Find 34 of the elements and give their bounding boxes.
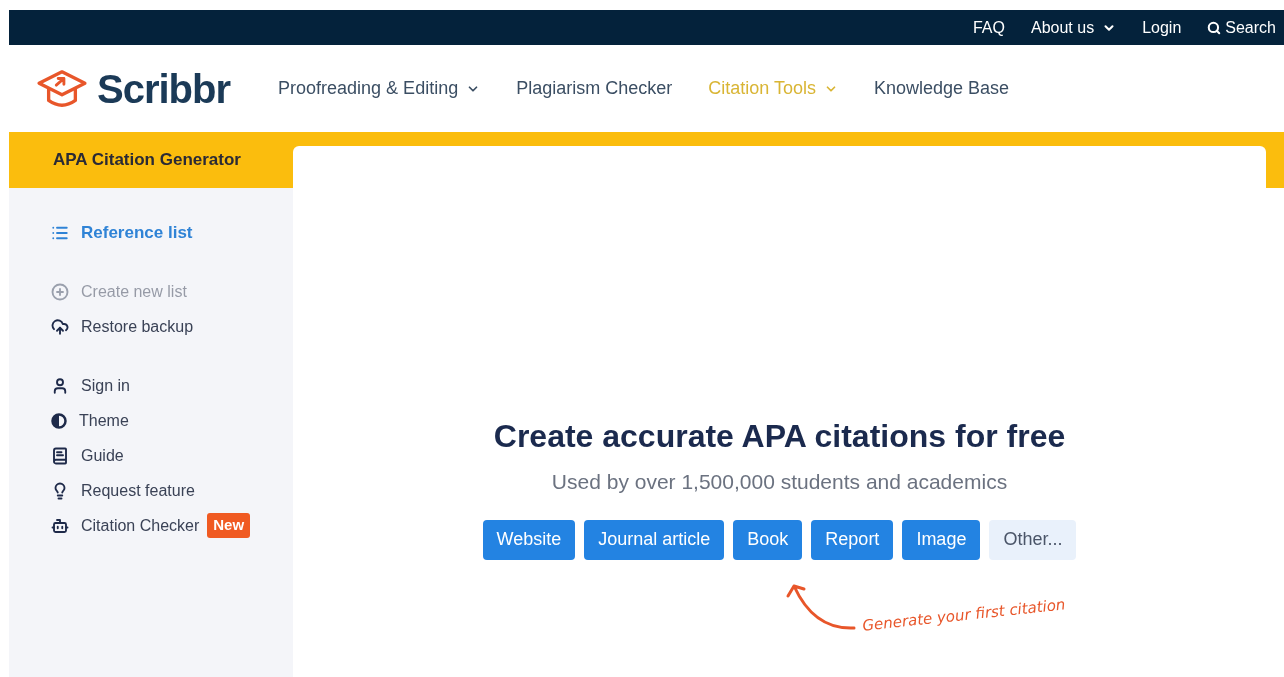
contrast-icon: [51, 412, 67, 429]
top-link[interactable]: Login: [1142, 15, 1182, 40]
user-icon: [51, 376, 69, 395]
sidebar-item[interactable]: Guide: [81, 443, 124, 468]
robot-icon: [51, 516, 69, 535]
search-icon: [1207, 20, 1222, 35]
top-link[interactable]: About us: [1031, 15, 1117, 40]
logo-wordmark[interactable]: Scribbr: [97, 68, 231, 109]
book-icon: [51, 446, 69, 465]
sidebar-item[interactable]: Restore backup: [81, 314, 194, 339]
source-type-button[interactable]: Image: [902, 519, 981, 560]
sidebar-item[interactable]: Citation Checker: [81, 513, 200, 538]
hint-text: Generate your first citation: [860, 593, 1067, 637]
search-link[interactable]: Search: [1207, 15, 1276, 40]
sidebar-title: APA Citation Generator: [53, 149, 241, 172]
cloud-upload-icon: [51, 317, 69, 336]
sidebar-item[interactable]: Reference list: [81, 219, 193, 246]
sidebar-item[interactable]: Request feature: [81, 478, 195, 503]
graduation-cap-logo-icon: [35, 67, 89, 110]
sidebar-item[interactable]: Sign in: [81, 373, 130, 398]
sidebar-item[interactable]: Theme: [79, 408, 129, 433]
top-link[interactable]: FAQ: [972, 15, 1005, 40]
main-subheading: Used by over 1,500,000 students and academics: [551, 469, 1008, 495]
source-type-button[interactable]: Journal article: [584, 519, 725, 560]
new-badge: New: [207, 513, 251, 538]
main-heading: Create accurate APA citations for free: [493, 417, 1066, 456]
add-icon: [51, 282, 69, 301]
nav-item[interactable]: Plagiarism Checker: [516, 75, 673, 102]
source-type-button[interactable]: Other...: [989, 519, 1077, 560]
nav-item[interactable]: Knowledge Base: [873, 75, 1010, 102]
source-type-button[interactable]: Report: [811, 519, 894, 560]
source-type-button[interactable]: Website: [482, 519, 576, 560]
nav-item[interactable]: Proofreading & Editing: [278, 75, 481, 102]
source-type-button[interactable]: Book: [733, 519, 803, 560]
